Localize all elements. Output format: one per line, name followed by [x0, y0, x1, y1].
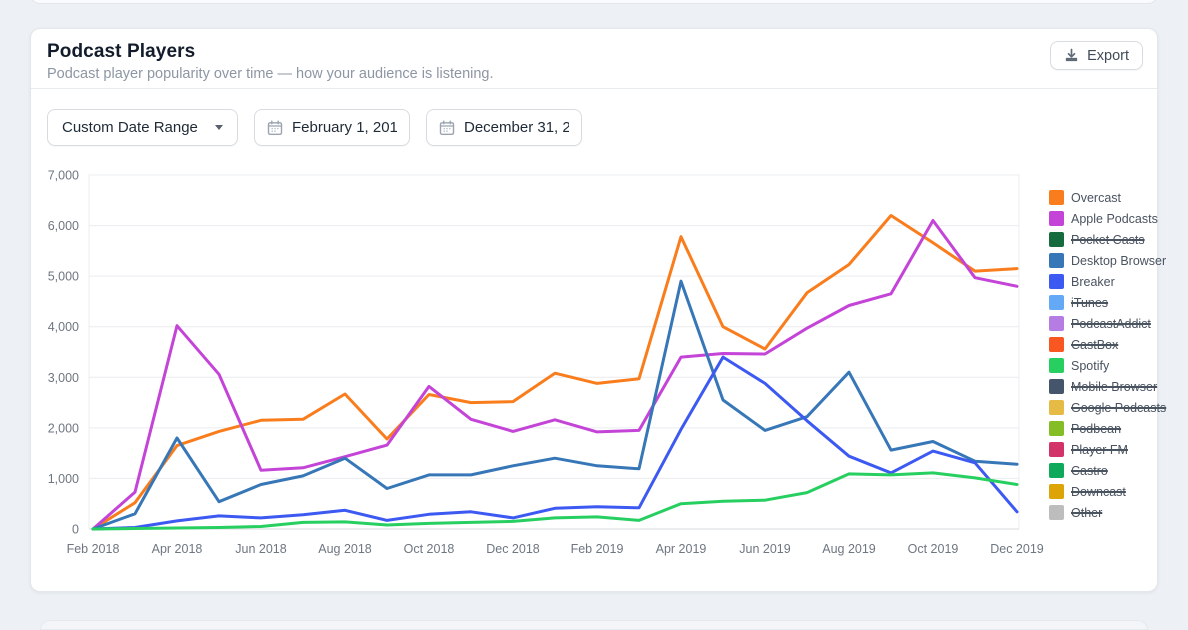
- legend-label: Podbean: [1071, 422, 1121, 436]
- date-range-select-value: Custom Date Range: [62, 119, 198, 136]
- series-line-overcast: [93, 216, 1017, 530]
- legend-swatch: [1049, 337, 1064, 352]
- legend-label: Other: [1071, 506, 1102, 520]
- legend-item-podbean[interactable]: Podbean: [1049, 418, 1153, 439]
- calendar-icon: [439, 120, 455, 136]
- export-button[interactable]: Export: [1050, 41, 1143, 70]
- legend-swatch: [1049, 190, 1064, 205]
- page-title: Podcast Players: [47, 41, 195, 63]
- legend-swatch: [1049, 421, 1064, 436]
- legend-item-other[interactable]: Other: [1049, 502, 1153, 523]
- series-line-spotify: [93, 473, 1017, 529]
- y-tick-label: 5,000: [48, 270, 79, 284]
- legend-label: Pocket Casts: [1071, 233, 1145, 247]
- legend-swatch: [1049, 463, 1064, 478]
- legend-label: Breaker: [1071, 275, 1115, 289]
- legend-swatch: [1049, 379, 1064, 394]
- legend-label: Castro: [1071, 464, 1108, 478]
- x-tick-label: Feb 2018: [67, 542, 120, 556]
- x-tick-label: Aug 2018: [318, 542, 372, 556]
- legend-swatch: [1049, 232, 1064, 247]
- legend-item-breaker[interactable]: Breaker: [1049, 271, 1153, 292]
- legend-swatch: [1049, 358, 1064, 373]
- previous-card-edge: [30, 0, 1158, 4]
- legend-label: Desktop Browser: [1071, 254, 1166, 268]
- legend-swatch: [1049, 274, 1064, 289]
- legend-item-pocket-casts[interactable]: Pocket Casts: [1049, 229, 1153, 250]
- y-tick-label: 7,000: [48, 169, 79, 183]
- y-tick-label: 4,000: [48, 320, 79, 334]
- legend-swatch: [1049, 442, 1064, 457]
- legend-swatch: [1049, 316, 1064, 331]
- chart-plot-area[interactable]: 0 1,000 2,000 3,000 4,000 5,000 6,000 7,000 Feb …: [31, 161, 1159, 571]
- y-tick-label: 3,000: [48, 371, 79, 385]
- legend-item-desktop-browser[interactable]: Desktop Browser: [1049, 250, 1153, 271]
- card-header: Podcast Players Podcast player popularit…: [31, 29, 1157, 89]
- legend-swatch: [1049, 295, 1064, 310]
- legend-item-apple-podcasts[interactable]: Apple Podcasts: [1049, 208, 1153, 229]
- legend-item-spotify[interactable]: Spotify: [1049, 355, 1153, 376]
- x-tick-label: Oct 2019: [908, 542, 959, 556]
- legend-label: Downcast: [1071, 485, 1126, 499]
- legend-label: CastBox: [1071, 338, 1118, 352]
- date-range-select[interactable]: Custom Date Range: [47, 109, 238, 146]
- x-tick-label: Apr 2018: [152, 542, 203, 556]
- y-tick-label: 0: [72, 523, 79, 537]
- y-tick-label: 2,000: [48, 421, 79, 435]
- legend-label: iTunes: [1071, 296, 1108, 310]
- x-tick-label: Dec 2019: [990, 542, 1044, 556]
- download-icon: [1064, 48, 1079, 63]
- chevron-down-icon: [215, 125, 223, 130]
- legend-swatch: [1049, 211, 1064, 226]
- chart-legend: Overcast Apple Podcasts Pocket Casts Deskto…: [1049, 187, 1153, 523]
- legend-label: Apple Podcasts: [1071, 212, 1158, 226]
- legend-item-overcast[interactable]: Overcast: [1049, 187, 1153, 208]
- legend-item-castbox[interactable]: CastBox: [1049, 334, 1153, 355]
- y-tick-label: 1,000: [48, 472, 79, 486]
- legend-item-player-fm[interactable]: Player FM: [1049, 439, 1153, 460]
- legend-item-google-podcasts[interactable]: Google Podcasts: [1049, 397, 1153, 418]
- legend-label: Player FM: [1071, 443, 1128, 457]
- x-tick-label: Apr 2019: [656, 542, 707, 556]
- legend-swatch: [1049, 400, 1064, 415]
- export-button-label: Export: [1087, 48, 1129, 64]
- podcast-players-card: Podcast Players Podcast player popularit…: [30, 28, 1158, 592]
- legend-item-mobile-browser[interactable]: Mobile Browser: [1049, 376, 1153, 397]
- filter-controls: Custom Date Range February 1, 2018 Decem…: [47, 109, 582, 146]
- legend-label: Mobile Browser: [1071, 380, 1157, 394]
- x-tick-label: Jun 2019: [739, 542, 790, 556]
- end-date-input[interactable]: December 31, 2: [426, 109, 582, 146]
- legend-label: PodcastAddict: [1071, 317, 1151, 331]
- x-tick-label: Aug 2019: [822, 542, 876, 556]
- legend-swatch: [1049, 505, 1064, 520]
- end-date-value: December 31, 2: [464, 119, 569, 136]
- page-subtitle: Podcast player popularity over time — ho…: [47, 66, 494, 82]
- series-line-breaker: [93, 357, 1017, 529]
- y-tick-label: 6,000: [48, 219, 79, 233]
- x-tick-label: Oct 2018: [404, 542, 455, 556]
- legend-label: Overcast: [1071, 191, 1121, 205]
- legend-swatch: [1049, 253, 1064, 268]
- calendar-icon: [267, 120, 283, 136]
- legend-label: Google Podcasts: [1071, 401, 1166, 415]
- x-tick-label: Dec 2018: [486, 542, 540, 556]
- legend-item-podcastaddict[interactable]: PodcastAddict: [1049, 313, 1153, 334]
- legend-label: Spotify: [1071, 359, 1109, 373]
- legend-item-downcast[interactable]: Downcast: [1049, 481, 1153, 502]
- legend-swatch: [1049, 484, 1064, 499]
- x-tick-label: Feb 2019: [571, 542, 624, 556]
- legend-item-itunes[interactable]: iTunes: [1049, 292, 1153, 313]
- start-date-value: February 1, 2018: [292, 119, 397, 136]
- start-date-input[interactable]: February 1, 2018: [254, 109, 410, 146]
- x-tick-label: Jun 2018: [235, 542, 286, 556]
- legend-item-castro[interactable]: Castro: [1049, 460, 1153, 481]
